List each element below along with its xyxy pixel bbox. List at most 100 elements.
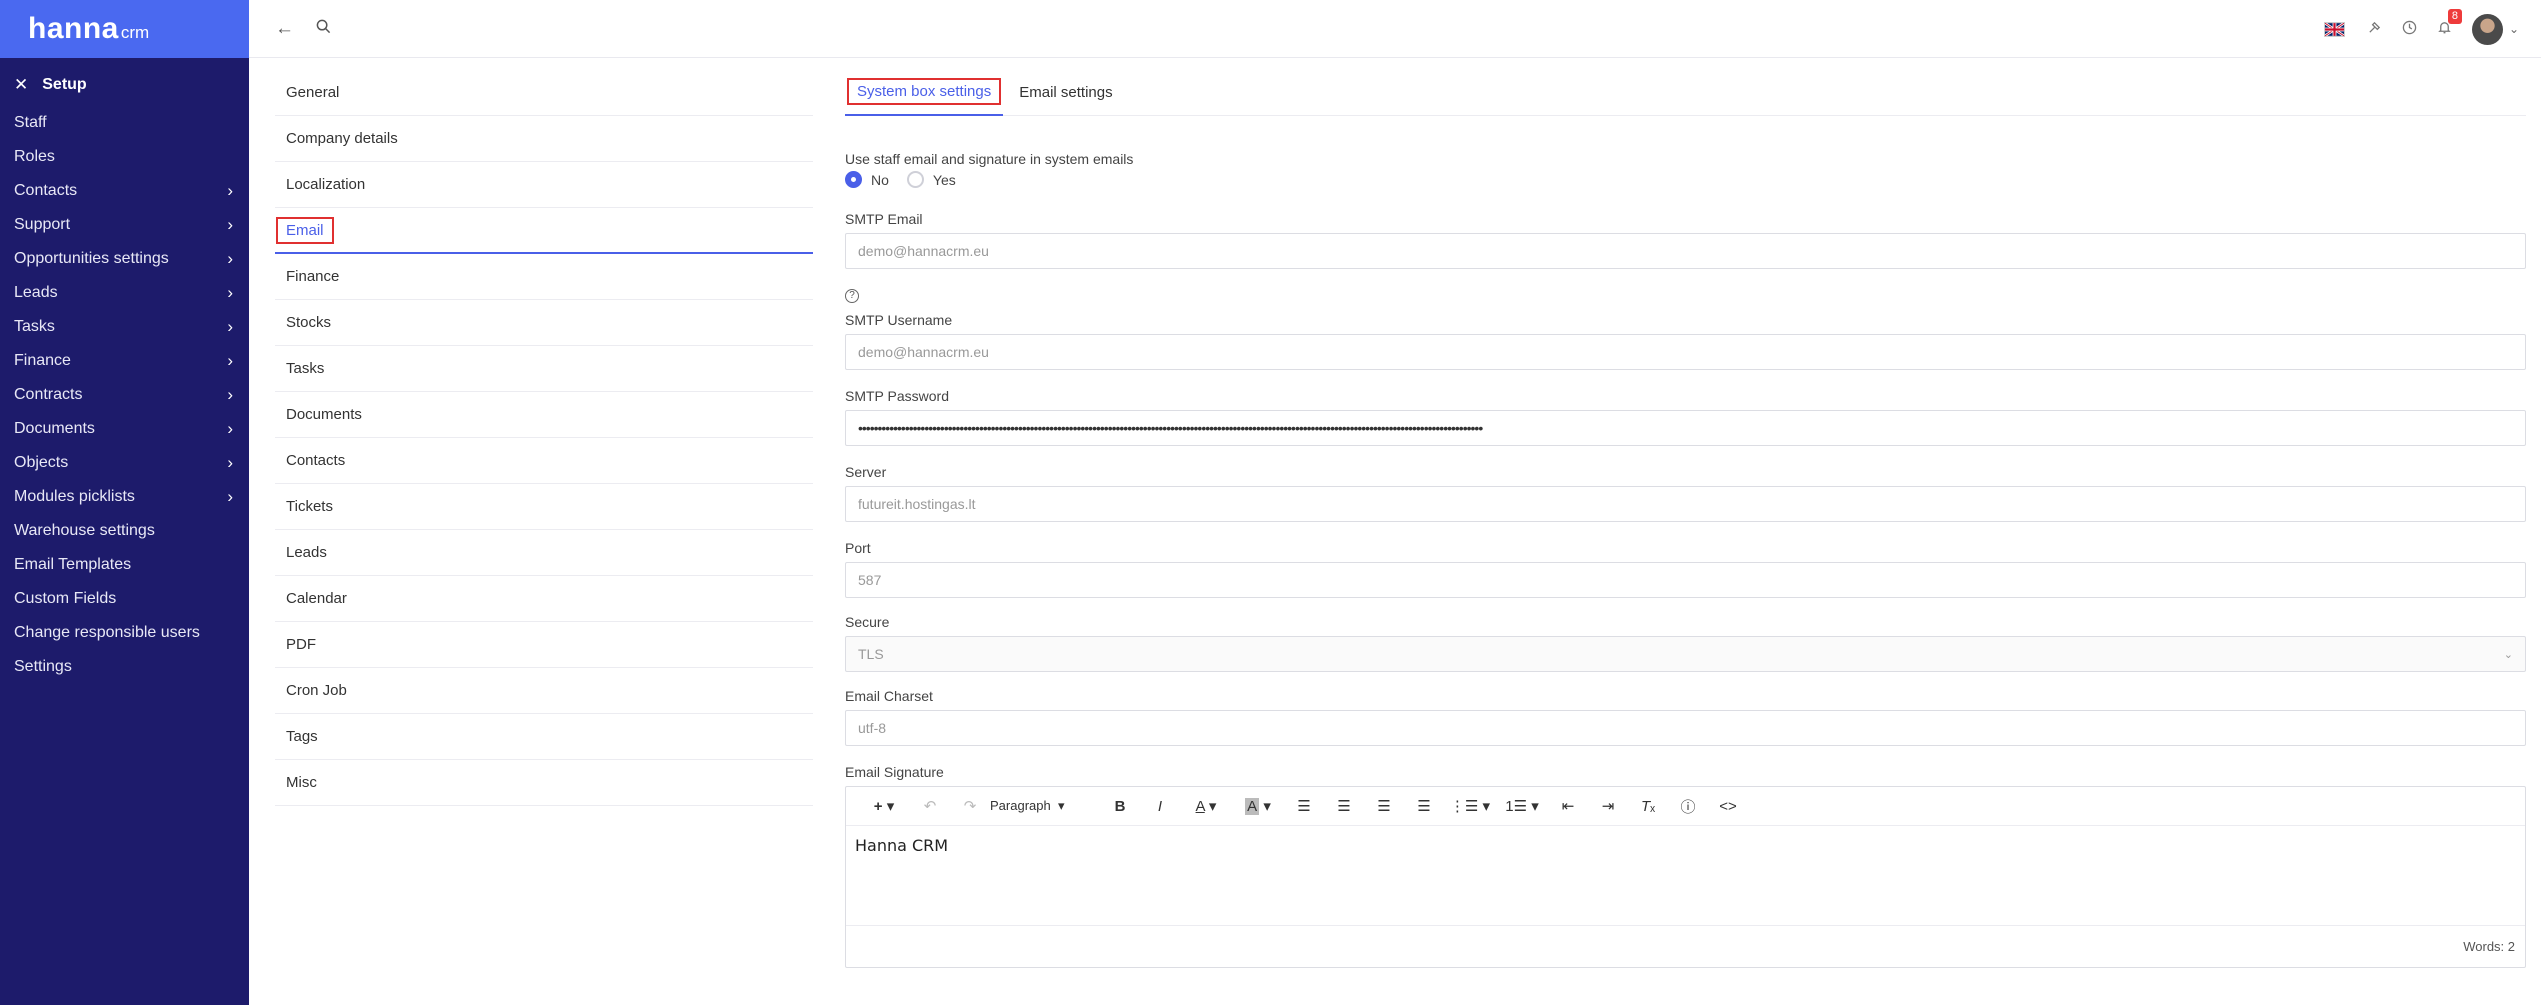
- sidebar-item-label: Support: [14, 216, 71, 233]
- section-item-stocks[interactable]: Stocks: [275, 300, 813, 346]
- search-icon[interactable]: [316, 18, 331, 40]
- section-item-label: Documents: [286, 406, 362, 423]
- sidebar-item-label: Roles: [14, 148, 55, 165]
- sidebar-item-objects[interactable]: Objects ›: [0, 446, 249, 480]
- section-item-general[interactable]: General: [275, 70, 813, 116]
- close-icon[interactable]: ✕: [14, 75, 28, 95]
- section-item-localization[interactable]: Localization: [275, 162, 813, 208]
- smtp-email-field[interactable]: demo@hannacrm.eu: [845, 233, 2526, 269]
- sidebar-item-leads[interactable]: Leads ›: [0, 276, 249, 310]
- section-item-tasks[interactable]: Tasks: [275, 346, 813, 392]
- bold-icon[interactable]: B: [1100, 798, 1140, 815]
- sidebar-item-roles[interactable]: Roles: [0, 140, 249, 174]
- sidebar-item-settings[interactable]: Settings: [0, 650, 249, 684]
- sidebar-item-change-responsible-users[interactable]: Change responsible users: [0, 616, 249, 650]
- align-center-icon[interactable]: ☰: [1324, 797, 1364, 815]
- section-item-label: Email: [276, 216, 334, 244]
- bell-icon[interactable]: 8: [2437, 8, 2462, 40]
- section-item-calendar[interactable]: Calendar: [275, 576, 813, 622]
- help-icon[interactable]: ⓘ: [1668, 796, 1708, 817]
- sidebar-item-support[interactable]: Support ›: [0, 208, 249, 242]
- section-item-cron-job[interactable]: Cron Job: [275, 668, 813, 714]
- tools-icon[interactable]: [2367, 19, 2382, 40]
- settings-panel: System box settings Email settings Use s…: [845, 70, 2526, 968]
- section-item-pdf[interactable]: PDF: [275, 622, 813, 668]
- radio-checked-icon[interactable]: [845, 171, 862, 188]
- undo-icon[interactable]: ↶: [910, 797, 950, 815]
- numbered-list-icon[interactable]: 1☰ ▾: [1496, 797, 1548, 815]
- insert-plus-icon[interactable]: + ▾: [858, 797, 910, 815]
- bullet-list-icon[interactable]: ⋮☰ ▾: [1444, 797, 1496, 815]
- sidebar-item-contacts[interactable]: Contacts ›: [0, 174, 249, 208]
- section-item-tags[interactable]: Tags: [275, 714, 813, 760]
- source-code-icon[interactable]: <>: [1708, 798, 1748, 815]
- radio-no[interactable]: No: [845, 171, 889, 188]
- port-field[interactable]: 587: [845, 562, 2526, 598]
- clear-formatting-icon[interactable]: Tₓ: [1628, 798, 1668, 815]
- word-count: Words: 2: [2463, 939, 2515, 954]
- sidebar-item-label: Warehouse settings: [14, 522, 155, 539]
- align-justify-icon[interactable]: ☰: [1404, 797, 1444, 815]
- smtp-email-label: SMTP Email: [845, 211, 923, 227]
- editor-content[interactable]: Hanna CRM: [846, 826, 2525, 926]
- smtp-username-field[interactable]: demo@hannacrm.eu: [845, 334, 2526, 370]
- sidebar-item-warehouse-settings[interactable]: Warehouse settings: [0, 514, 249, 548]
- sidebar-item-finance[interactable]: Finance ›: [0, 344, 249, 378]
- server-label: Server: [845, 464, 887, 480]
- section-item-label: Tags: [286, 728, 318, 745]
- sidebar-item-modules-picklists[interactable]: Modules picklists ›: [0, 480, 249, 514]
- italic-icon[interactable]: I: [1140, 798, 1180, 815]
- section-item-tickets[interactable]: Tickets: [275, 484, 813, 530]
- section-item-company-details[interactable]: Company details: [275, 116, 813, 162]
- sidebar-item-staff[interactable]: Staff: [0, 106, 249, 140]
- smtp-password-field[interactable]: ••••••••••••••••••••••••••••••••••••••••…: [845, 410, 2526, 446]
- charset-field[interactable]: utf-8: [845, 710, 2526, 746]
- sidebar-item-documents[interactable]: Documents ›: [0, 412, 249, 446]
- section-item-email[interactable]: Email: [275, 208, 813, 254]
- uk-flag-icon[interactable]: [2323, 21, 2345, 37]
- help-icon[interactable]: ?: [845, 288, 859, 303]
- chevron-down-icon[interactable]: ⌄: [2509, 22, 2519, 36]
- sidebar-item-custom-fields[interactable]: Custom Fields: [0, 582, 249, 616]
- tab-system-box-settings[interactable]: System box settings: [845, 70, 1004, 116]
- section-item-label: Stocks: [286, 314, 332, 331]
- sidebar-item-label: Opportunities settings: [14, 250, 169, 267]
- section-item-label: Company details: [286, 130, 398, 147]
- avatar[interactable]: [2471, 13, 2503, 45]
- chevron-right-icon: ›: [227, 351, 233, 370]
- clock-icon[interactable]: [2402, 19, 2417, 40]
- setup-header[interactable]: ✕ Setup: [0, 68, 249, 102]
- section-item-documents[interactable]: Documents: [275, 392, 813, 438]
- smtp-username-group: SMTP Username demo@hannacrm.eu: [845, 312, 2526, 370]
- chevron-down-icon: ⌄: [2503, 648, 2513, 661]
- section-item-contacts[interactable]: Contacts: [275, 438, 813, 484]
- indent-icon[interactable]: ⇥: [1588, 797, 1628, 815]
- sidebar-item-tasks[interactable]: Tasks ›: [0, 310, 249, 344]
- smtp-password-label: SMTP Password: [845, 388, 949, 404]
- radio-yes[interactable]: Yes: [906, 171, 956, 188]
- section-item-label: Misc: [286, 774, 317, 791]
- logo[interactable]: hanna crm: [0, 0, 249, 58]
- server-field[interactable]: futureit.hostingas.lt: [845, 486, 2526, 522]
- sidebar-item-email-templates[interactable]: Email Templates: [0, 548, 249, 582]
- align-right-icon[interactable]: ☰: [1364, 797, 1404, 815]
- redo-icon[interactable]: ↷: [950, 797, 990, 815]
- align-left-icon[interactable]: ☰: [1284, 797, 1324, 815]
- sidebar-item-label: Objects: [14, 454, 69, 471]
- section-item-misc[interactable]: Misc: [275, 760, 813, 806]
- secure-select[interactable]: TLS ⌄: [845, 636, 2526, 672]
- outdent-icon[interactable]: ⇤: [1548, 797, 1588, 815]
- section-item-leads[interactable]: Leads: [275, 530, 813, 576]
- sidebar-item-contracts[interactable]: Contracts ›: [0, 378, 249, 412]
- section-item-finance[interactable]: Finance: [275, 254, 813, 300]
- highlight-color-icon[interactable]: A ▾: [1232, 797, 1284, 815]
- section-item-label: Finance: [286, 268, 340, 285]
- settings-section-list: General Company details Localization Email F…: [275, 70, 813, 806]
- paragraph-select[interactable]: Paragraph ▾: [990, 798, 1100, 814]
- tab-email-settings[interactable]: Email settings: [1019, 70, 1112, 116]
- sidebar-item-opportunities-settings[interactable]: Opportunities settings ›: [0, 242, 249, 276]
- sidebar-item-label: Leads: [14, 284, 58, 301]
- back-arrow-icon[interactable]: ←: [275, 18, 294, 40]
- radio-unchecked-icon[interactable]: [906, 171, 924, 188]
- text-color-icon[interactable]: A ▾: [1180, 797, 1232, 815]
